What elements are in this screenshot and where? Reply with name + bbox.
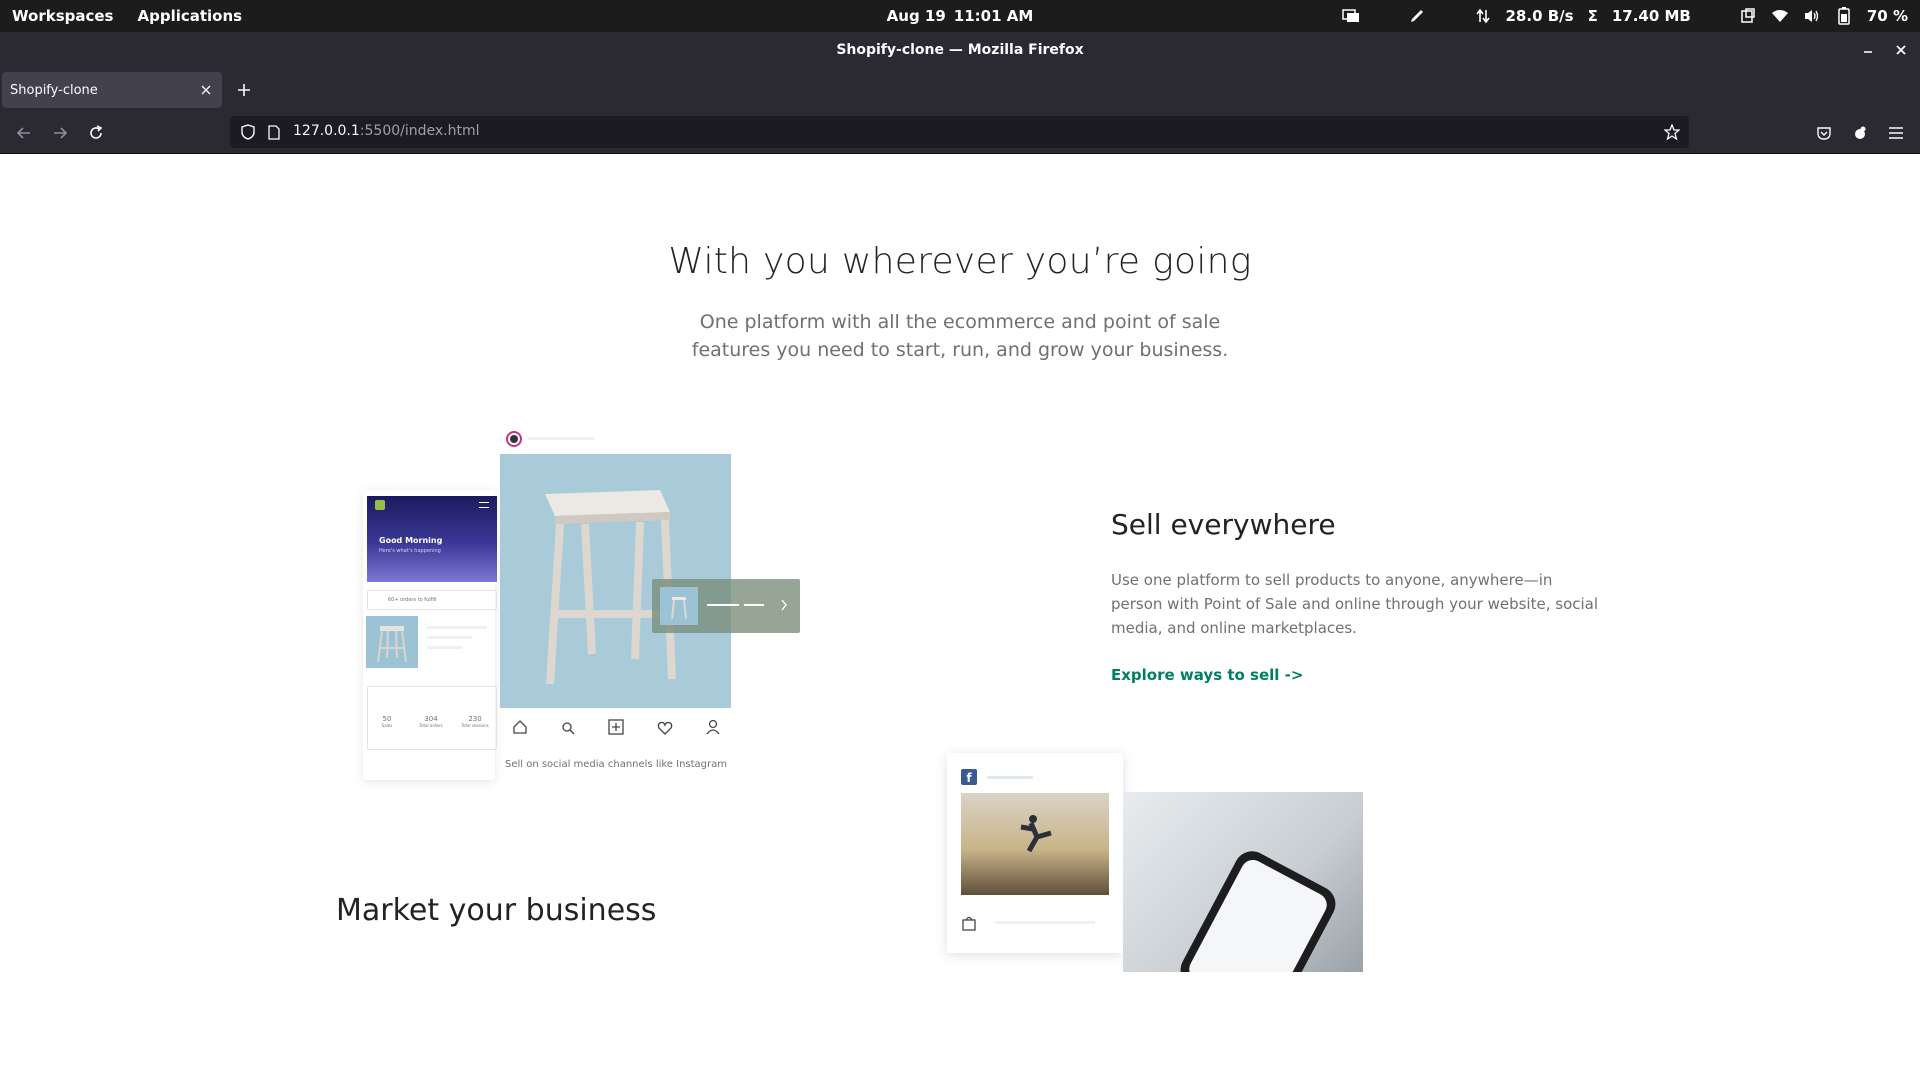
stat-label: Total sessions — [461, 723, 489, 728]
window-title: Shopify-clone — Mozilla Firefox — [836, 42, 1084, 58]
facebook-post-card: f — [947, 753, 1123, 953]
stat-total-sessions: 230 Total sessions — [460, 715, 490, 728]
minimize-button[interactable] — [1858, 40, 1878, 60]
pen-icon[interactable] — [1408, 7, 1426, 25]
clock-date[interactable]: Aug 19 — [887, 7, 946, 25]
home-icon — [512, 719, 528, 739]
stats-box: 50 Sales 304 Total orders 230 Total sess… — [367, 686, 497, 750]
desktop-top-bar: Workspaces Applications Aug 19 11:01 AM … — [0, 0, 1920, 32]
sell-everywhere-body: Use one platform to sell products to any… — [1111, 571, 1599, 637]
app-menu-button[interactable] — [1886, 123, 1906, 143]
orders-row: 60+ orders to fulfill — [367, 590, 497, 610]
clipboard-icon[interactable] — [1739, 7, 1757, 25]
post-action-bar — [496, 714, 736, 744]
clock-time[interactable]: 11:01 AM — [954, 7, 1034, 25]
window-titlebar: Shopify-clone — Mozilla Firefox — [0, 32, 1920, 68]
search-icon — [561, 720, 575, 739]
shield-icon[interactable] — [240, 124, 256, 140]
page-content: With you wherever you’re going One platf… — [0, 154, 1920, 1080]
product-tag-card — [652, 579, 800, 633]
applications-menu[interactable]: Applications — [137, 7, 242, 25]
illustration-caption: Sell on social media channels like Insta… — [504, 759, 728, 770]
hero-title: With you wherever you’re going — [668, 241, 1252, 282]
stat-label: Total orders — [419, 723, 443, 728]
stat-value: 50 — [382, 715, 392, 723]
explore-ways-to-sell-link[interactable]: Explore ways to sell -> — [1111, 666, 1303, 684]
pocket-icon[interactable] — [1814, 123, 1834, 143]
tab-strip: Shopify-clone — [0, 68, 1920, 112]
placeholder-line — [427, 646, 462, 649]
screen-share-icon[interactable] — [1341, 7, 1360, 25]
placeholder-line — [427, 636, 472, 639]
wifi-icon[interactable] — [1771, 7, 1789, 25]
new-tab-button[interactable] — [234, 80, 254, 100]
add-post-icon — [608, 719, 624, 739]
network-arrows-icon — [1474, 7, 1492, 25]
tab-close-icon[interactable] — [198, 82, 214, 98]
network-speed: 28.0 B/s — [1505, 7, 1574, 25]
url-path: :5500/index.html — [359, 123, 480, 139]
page-icon[interactable] — [266, 124, 282, 140]
admin-phone-card: Good Morning Here's what's happening 60+… — [363, 490, 497, 780]
stat-sales: 50 Sales — [372, 715, 402, 728]
stat-total-orders: 304 Total orders — [416, 715, 446, 728]
profile-icon — [706, 719, 720, 739]
facebook-icon: f — [961, 769, 977, 785]
placeholder-line — [427, 626, 487, 629]
forward-button[interactable] — [50, 123, 70, 143]
greeting-text: Good Morning — [379, 536, 443, 545]
greeting-subtext: Here's what's happening — [379, 548, 441, 554]
sell-everywhere-illustration: Good Morning Here's what's happening 60+… — [360, 424, 810, 780]
tab-shopify-clone[interactable]: Shopify-clone — [2, 72, 222, 108]
sell-everywhere-title: Sell everywhere — [1111, 508, 1336, 541]
phone-in-hand-photo — [1123, 792, 1363, 972]
menu-icon — [479, 502, 489, 508]
stat-value: 304 — [424, 715, 438, 723]
url-text[interactable]: 127.0.0.1:5500/index.html — [293, 123, 480, 139]
back-button[interactable] — [14, 123, 34, 143]
stat-label: Sales — [381, 723, 393, 728]
close-window-button[interactable] — [1891, 40, 1911, 60]
stool-thumbnail — [366, 616, 418, 668]
stat-value: 230 — [468, 715, 482, 723]
hero-subtitle: One platform with all the ecommerce and … — [691, 311, 1229, 361]
bag-icon — [961, 915, 977, 931]
volume-icon[interactable] — [1803, 7, 1821, 25]
url-host: 127.0.0.1 — [293, 123, 360, 139]
jumping-person-photo — [961, 793, 1109, 895]
sum-icon: Σ — [1587, 7, 1598, 25]
battery-level: 70 % — [1866, 7, 1908, 25]
network-total: 17.40 MB — [1611, 7, 1691, 25]
navigation-toolbar: 127.0.0.1:5500/index.html — [0, 112, 1920, 154]
tab-label: Shopify-clone — [10, 82, 98, 98]
heart-icon — [657, 720, 673, 739]
placeholder-line — [995, 921, 1095, 924]
placeholder-line — [987, 776, 1033, 779]
reload-button[interactable] — [86, 123, 106, 143]
shopify-logo-icon — [375, 500, 385, 510]
battery-icon[interactable] — [1835, 7, 1853, 25]
admin-header: Good Morning Here's what's happening — [367, 496, 497, 582]
bookmark-star-icon[interactable] — [1664, 124, 1680, 140]
post-header — [504, 428, 604, 450]
url-bar[interactable]: 127.0.0.1:5500/index.html — [230, 116, 1689, 148]
market-your-business-title: Market your business — [336, 893, 657, 928]
workspaces-menu[interactable]: Workspaces — [12, 7, 113, 25]
extensions-icon[interactable] — [1850, 123, 1870, 143]
phone-illustration — [1174, 844, 1342, 972]
